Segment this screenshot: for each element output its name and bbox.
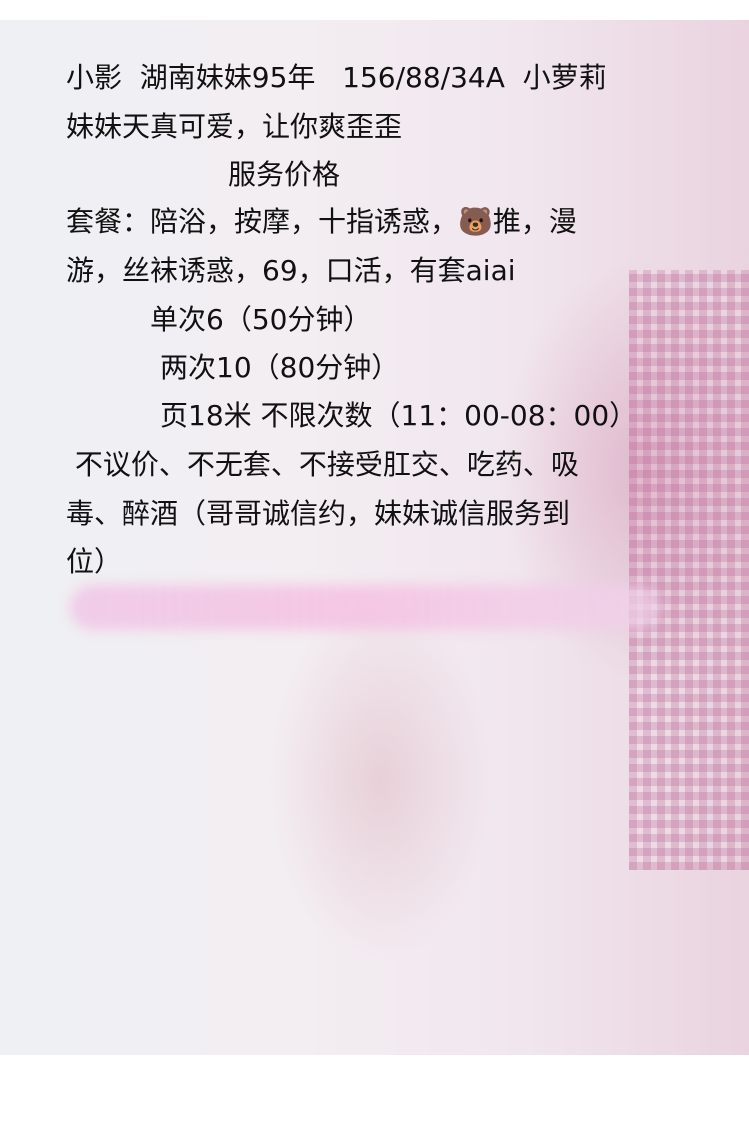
- price-line: 页18米 不限次数（11：00-08：00）: [160, 399, 638, 432]
- section-heading: 服务价格: [228, 158, 341, 191]
- background-photo: [0, 20, 749, 1055]
- price-line: 单次6（50分钟）: [150, 303, 372, 336]
- text-line: 小影 湖南妹妹95年 156/88/34A 小萝莉: [66, 61, 607, 94]
- text-line: 游，丝袜诱惑，69，口活，有套aiai: [66, 254, 516, 287]
- text-line: 毒、醉酒（哥哥诚信约，妹妹诚信服务到: [66, 497, 571, 530]
- redacted-blur: [70, 585, 660, 630]
- text-line: 位）: [66, 545, 123, 578]
- text-line: 妹妹天真可爱，让你爽歪歪: [66, 110, 403, 143]
- mosaic-wall-decoration: [629, 270, 749, 870]
- text-line: 套餐：陪浴，按摩，十指诱惑，🐻推，漫: [66, 205, 577, 238]
- price-line: 两次10（80分钟）: [160, 351, 400, 384]
- text-line: 不议价、不无套、不接受肛交、吃药、吸: [66, 448, 579, 481]
